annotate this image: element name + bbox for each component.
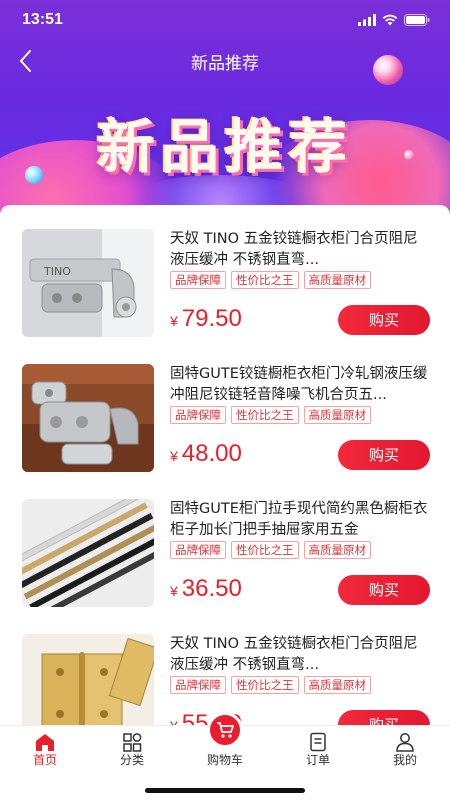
page-title: 新品推荐 xyxy=(191,54,259,74)
product-tags: 品牌保障 性价比之王 高质量原材 xyxy=(170,271,371,289)
tab-label: 我的 xyxy=(392,753,417,767)
tag-badge: 高质量原材 xyxy=(303,676,371,694)
product-image[interactable] xyxy=(22,499,154,607)
product-card[interactable]: TINO 天奴 TINO 五金铰链橱衣柜门合页阻尼液压缓冲 不锈钢直弯... 品… xyxy=(0,205,450,340)
product-tags: 品牌保障 性价比之王 高质量原材 xyxy=(170,676,371,694)
tab-orders[interactable]: 订单 xyxy=(273,726,363,776)
currency-symbol: ¥ xyxy=(170,583,178,599)
tag-badge: 品牌保障 xyxy=(170,406,226,424)
battery-icon xyxy=(404,14,430,26)
buy-button[interactable]: 购买 xyxy=(338,305,430,335)
product-title[interactable]: 固特GUTE铰链橱柜衣柜门冷轧钢液压缓冲阻尼铰链轻音降噪飞机合页五... xyxy=(170,364,432,406)
cart-icon xyxy=(217,722,234,738)
tab-category[interactable]: 分类 xyxy=(87,726,177,776)
tab-label: 首页 xyxy=(32,753,57,767)
tag-badge: 性价比之王 xyxy=(231,271,299,289)
tag-badge: 性价比之王 xyxy=(231,406,299,424)
product-tags: 品牌保障 性价比之王 高质量原材 xyxy=(170,541,371,559)
buy-button[interactable]: 购买 xyxy=(338,710,430,725)
category-icon xyxy=(123,733,142,752)
currency-symbol: ¥ xyxy=(170,448,178,464)
tag-badge: 性价比之王 xyxy=(231,676,299,694)
buy-button[interactable]: 购买 xyxy=(338,440,430,470)
tab-label: 购物车 xyxy=(206,753,243,767)
status-bar: 13:51 xyxy=(0,0,450,40)
tab-label: 分类 xyxy=(119,753,144,767)
price-value: 48.00 xyxy=(181,440,242,467)
tab-profile[interactable]: 我的 xyxy=(360,726,450,776)
product-card[interactable]: 天奴 TINO 五金铰链橱衣柜门合页阻尼液压缓冲 不锈钢直弯... 品牌保障 性… xyxy=(0,610,450,725)
status-icons xyxy=(358,14,430,26)
tag-badge: 高质量原材 xyxy=(303,271,371,289)
svg-text:TINO: TINO xyxy=(43,265,71,278)
banner: 13:51 新品推荐 新品推荐 xyxy=(0,0,450,215)
product-price: ¥36.50 xyxy=(170,575,242,603)
nav-bar: 新品推荐 xyxy=(0,40,450,80)
product-list[interactable]: TINO 天奴 TINO 五金铰链橱衣柜门合页阻尼液压缓冲 不锈钢直弯... 品… xyxy=(0,205,450,725)
product-title[interactable]: 固特GUTE柜门拉手现代简约黑色橱柜衣柜子加长门把手抽屉家用五金 xyxy=(170,499,432,541)
hinge-image: TINO xyxy=(22,229,154,337)
currency-symbol: ¥ xyxy=(170,718,178,725)
tag-badge: 品牌保障 xyxy=(170,271,226,289)
home-indicator xyxy=(145,788,305,793)
currency-symbol: ¥ xyxy=(170,313,178,329)
wifi-icon xyxy=(382,14,398,26)
product-image[interactable]: TINO xyxy=(22,229,154,337)
hinge-image xyxy=(22,364,154,472)
tag-badge: 品牌保障 xyxy=(170,676,226,694)
cart-button[interactable] xyxy=(207,712,243,748)
product-title[interactable]: 天奴 TINO 五金铰链橱衣柜门合页阻尼液压缓冲 不锈钢直弯... xyxy=(170,229,432,271)
tag-badge: 品牌保障 xyxy=(170,541,226,559)
product-price: ¥79.50 xyxy=(170,305,242,333)
signal-icon xyxy=(358,14,376,26)
handles-image xyxy=(22,499,154,607)
price-value: 36.50 xyxy=(181,575,242,602)
product-card[interactable]: 固特GUTE柜门拉手现代简约黑色橱柜衣柜子加长门把手抽屉家用五金 品牌保障 性价… xyxy=(0,475,450,610)
buy-button[interactable]: 购买 xyxy=(338,575,430,605)
product-image[interactable] xyxy=(22,364,154,472)
product-image[interactable] xyxy=(22,634,154,725)
hinge-image xyxy=(22,634,154,725)
price-value: 79.50 xyxy=(181,305,242,332)
tag-badge: 高质量原材 xyxy=(303,406,371,424)
order-icon xyxy=(310,732,326,752)
product-card[interactable]: 固特GUTE铰链橱柜衣柜门冷轧钢液压缓冲阻尼铰链轻音降噪飞机合页五... 品牌保… xyxy=(0,340,450,475)
product-price: ¥48.00 xyxy=(170,440,242,468)
home-icon xyxy=(36,734,54,751)
tag-badge: 高质量原材 xyxy=(303,541,371,559)
product-title[interactable]: 天奴 TINO 五金铰链橱衣柜门合页阻尼液压缓冲 不锈钢直弯... xyxy=(170,634,432,676)
status-time: 13:51 xyxy=(22,11,63,28)
tab-label: 订单 xyxy=(305,753,330,767)
banner-title: 新品推荐 xyxy=(96,113,353,181)
user-icon xyxy=(396,733,414,752)
tab-home[interactable]: 首页 xyxy=(0,726,90,776)
tag-badge: 性价比之王 xyxy=(231,541,299,559)
product-tags: 品牌保障 性价比之王 高质量原材 xyxy=(170,406,371,424)
